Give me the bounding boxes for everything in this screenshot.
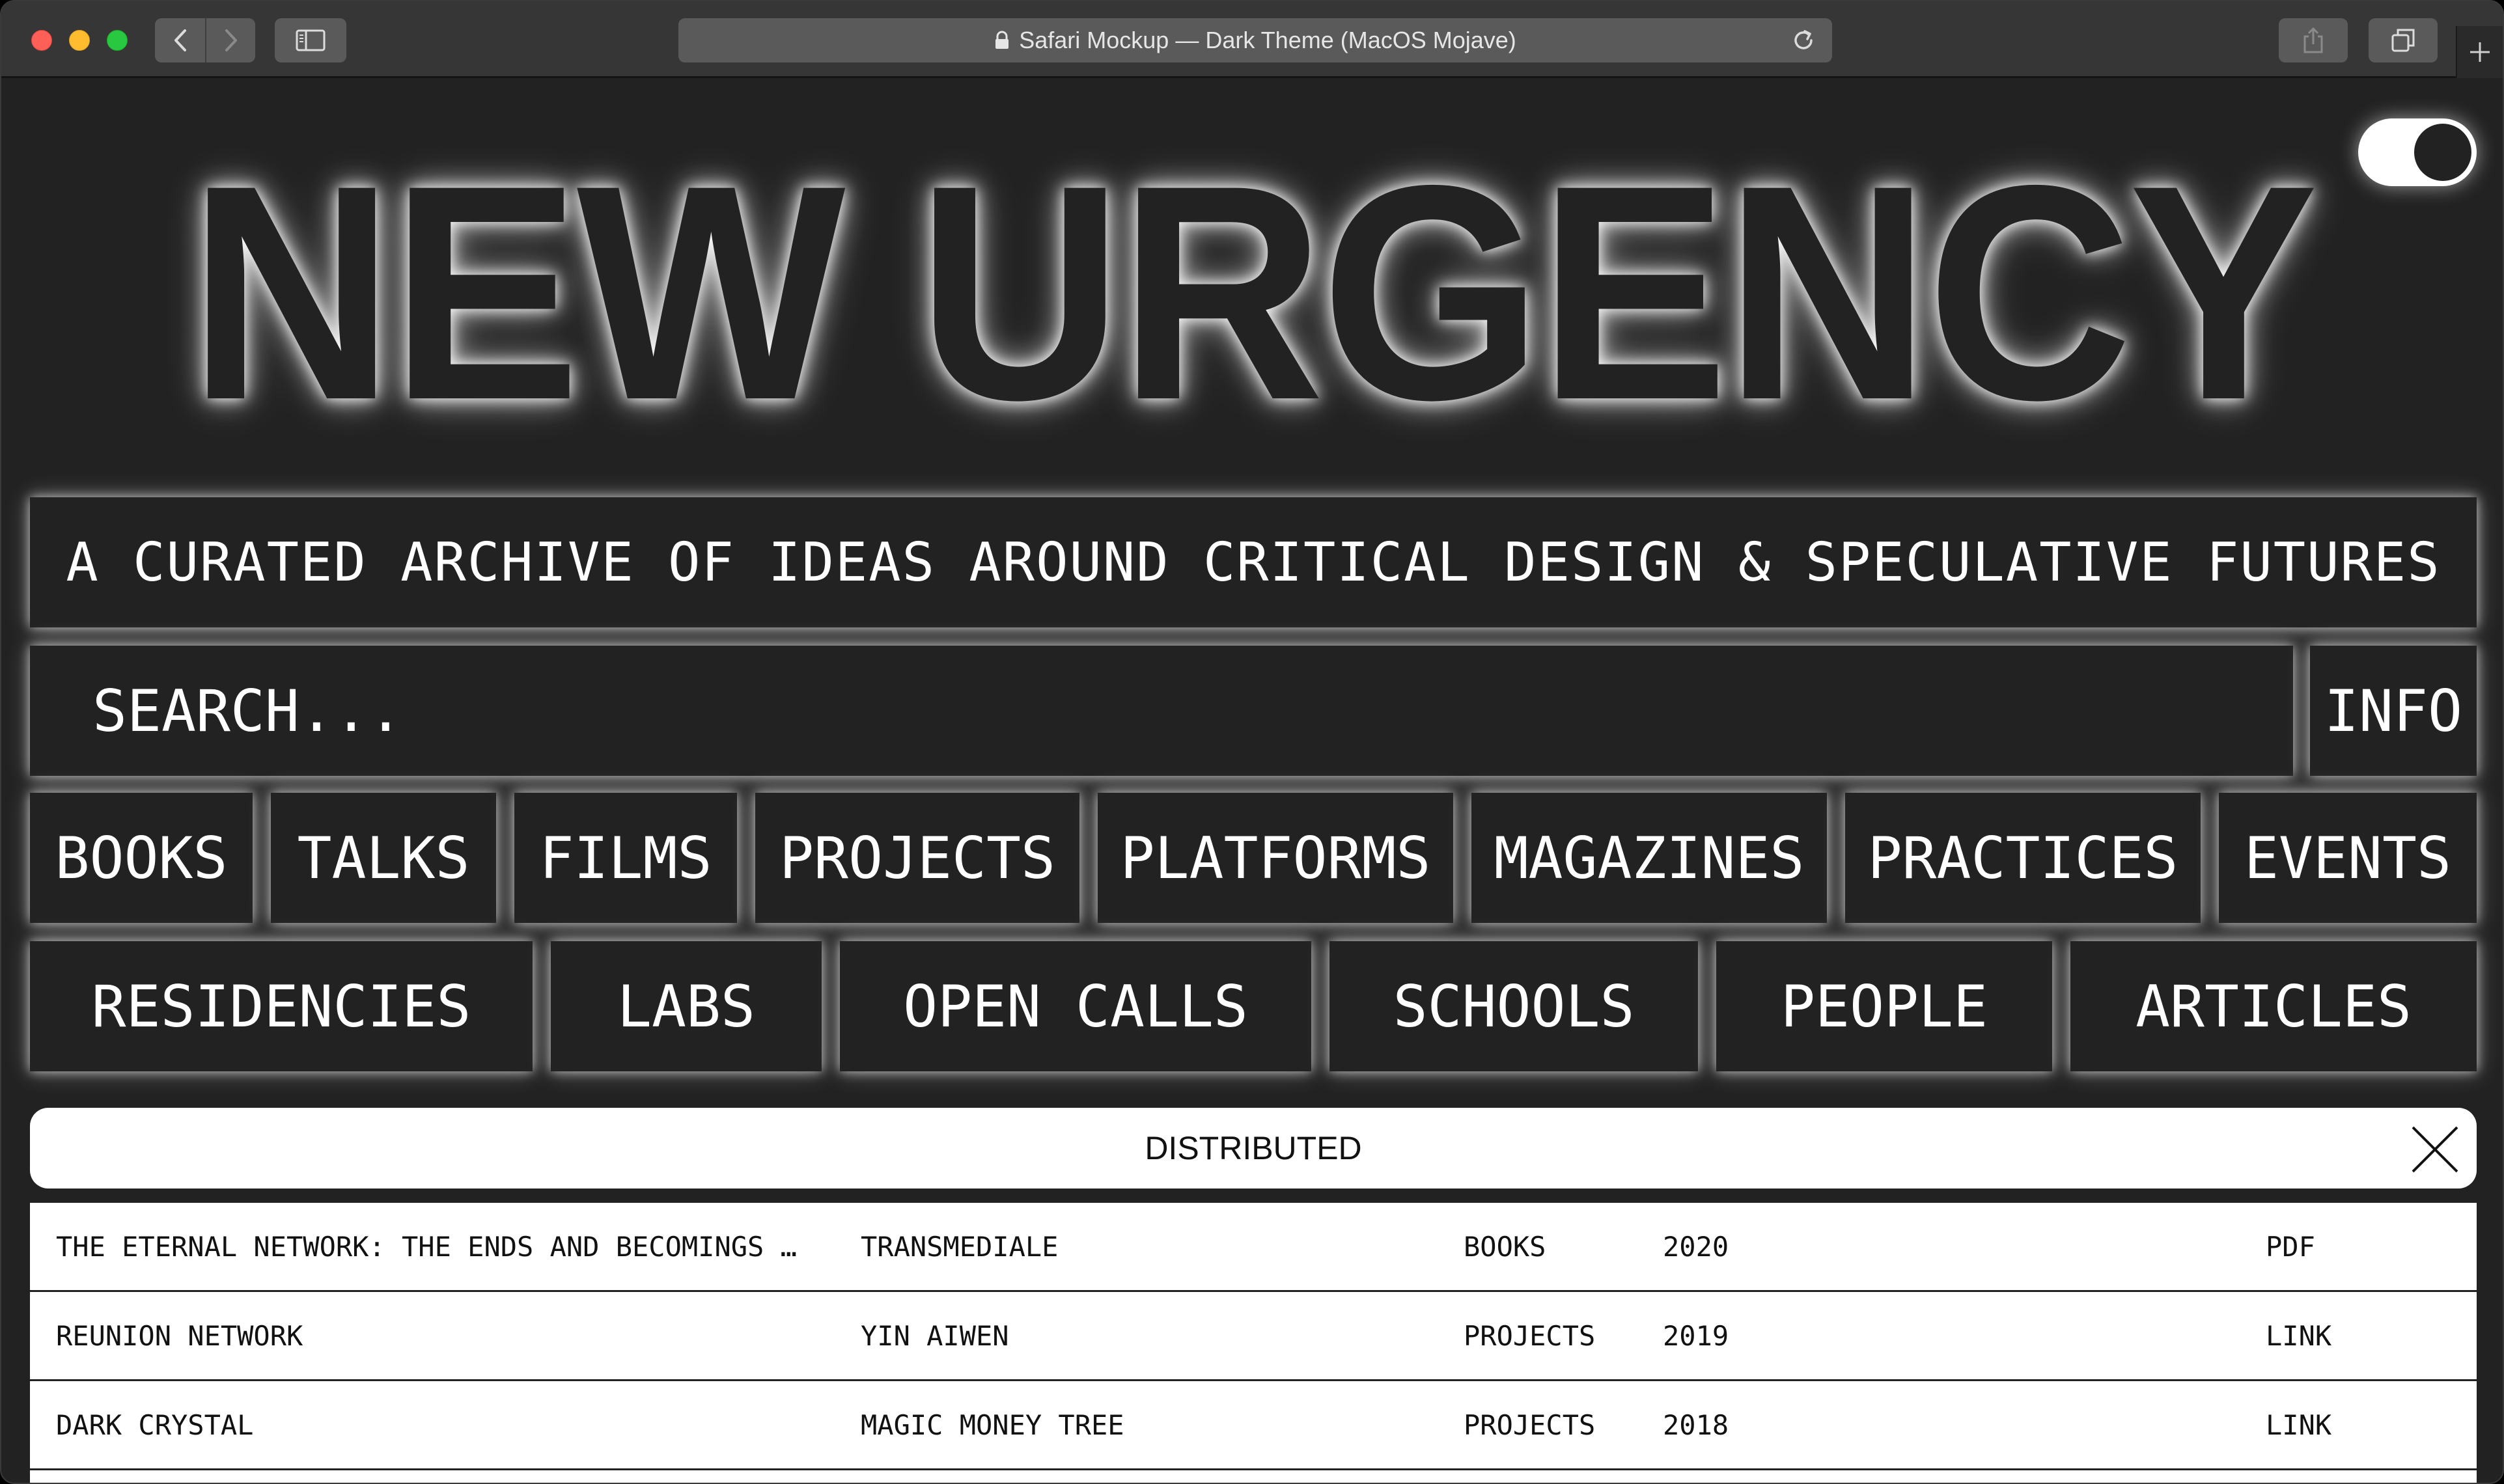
back-button[interactable] [155, 18, 205, 62]
category-articles[interactable]: ARTICLES [2070, 941, 2477, 1071]
result-link[interactable]: PDF [2266, 1203, 2461, 1290]
result-title: REUNION NETWORK [56, 1319, 303, 1352]
address-text: Safari Mockup — Dark Theme (MacOS Mojave… [1019, 27, 1516, 53]
category-open-calls[interactable]: OPEN CALLS [840, 941, 1311, 1071]
chevron-left-icon [174, 29, 186, 51]
result-year: 2018 [1663, 1408, 1729, 1441]
forward-button[interactable] [205, 18, 255, 62]
browser-window: Safari Mockup — Dark Theme (MacOS Mojave… [0, 0, 2504, 1484]
category-schools[interactable]: SCHOOLS [1329, 941, 1698, 1071]
result-category: BOOKS [1464, 1230, 1546, 1263]
category-events[interactable]: EVENTS [2219, 793, 2477, 923]
category-practices[interactable]: PRACTICES [1845, 793, 2201, 923]
results-list: THE ETERNAL NETWORK: THE ENDS AND BECOMI… [30, 1203, 2477, 1483]
category-books[interactable]: BOOKS [30, 793, 253, 923]
category-magazines[interactable]: MAGAZINES [1471, 793, 1827, 923]
active-filter-label: DISTRIBUTED [1145, 1130, 1362, 1166]
clear-filter-button[interactable] [2410, 1125, 2460, 1174]
result-title: THE ETERNAL NETWORK: THE ENDS AND BECOMI… [56, 1230, 797, 1263]
sidebar-toggle-button[interactable] [275, 18, 346, 62]
category-people[interactable]: PEOPLE [1716, 941, 2052, 1071]
result-author: MAGIC MONEY TREE [861, 1408, 1124, 1441]
active-filter-bar: DISTRIBUTED [30, 1108, 2477, 1189]
share-button[interactable] [2279, 18, 2348, 62]
lock-icon [994, 31, 1010, 50]
result-author: YIN AIWEN [861, 1319, 1009, 1352]
result-link[interactable]: LINK [2266, 1292, 2461, 1379]
show-tabs-button[interactable] [2369, 18, 2438, 62]
result-link[interactable]: LINK [2266, 1381, 2461, 1468]
result-row[interactable]: DARK CRYSTAL MAGIC MONEY TREE PROJECTS 2… [30, 1381, 2477, 1470]
close-window-button[interactable] [31, 30, 52, 51]
category-films[interactable]: FILMS [514, 793, 737, 923]
category-platforms[interactable]: PLATFORMS [1098, 793, 1453, 923]
result-row[interactable]: THE ETERNAL NETWORK: THE ENDS AND BECOMI… [30, 1203, 2477, 1292]
result-year: 2019 [1663, 1319, 1729, 1352]
result-row[interactable]: REUNION NETWORK YIN AIWEN PROJECTS 2019 … [30, 1292, 2477, 1381]
tabs-overview-icon [2391, 29, 2415, 52]
category-projects[interactable]: PROJECTS [755, 793, 1079, 923]
address-bar[interactable]: Safari Mockup — Dark Theme (MacOS Mojave… [678, 18, 1832, 62]
chevron-right-icon [225, 29, 237, 51]
site-logo[interactable]: NEW URGENCY [1, 140, 2503, 446]
category-labs[interactable]: LABS [551, 941, 822, 1071]
zoom-window-button[interactable] [107, 30, 128, 51]
new-tab-button[interactable] [2456, 26, 2503, 78]
site-logo-text: NEW URGENCY [189, 122, 2318, 463]
result-category: PROJECTS [1464, 1319, 1596, 1352]
web-page: NEW URGENCY A CURATED ARCHIVE OF IDEAS A… [1, 78, 2503, 1483]
result-year: 2020 [1663, 1230, 1729, 1263]
tagline: A CURATED ARCHIVE OF IDEAS AROUND CRITIC… [30, 497, 2477, 627]
share-icon [2303, 27, 2323, 53]
category-talks[interactable]: TALKS [271, 793, 496, 923]
minimize-window-button[interactable] [69, 30, 90, 51]
search-input[interactable]: SEARCH... [30, 646, 2293, 776]
history-nav [155, 18, 255, 62]
result-author: TRANSMEDIALE [861, 1230, 1059, 1263]
browser-toolbar: Safari Mockup — Dark Theme (MacOS Mojave… [1, 1, 2503, 78]
result-category: PROJECTS [1464, 1408, 1596, 1441]
category-residencies[interactable]: RESIDENCIES [30, 941, 533, 1071]
result-title: DARK CRYSTAL [56, 1408, 254, 1441]
sidebar-icon [296, 29, 326, 51]
info-button[interactable]: INFO [2310, 646, 2477, 776]
plus-icon [2470, 42, 2490, 62]
close-icon [2412, 1126, 2458, 1173]
reload-icon[interactable] [1790, 27, 1816, 53]
